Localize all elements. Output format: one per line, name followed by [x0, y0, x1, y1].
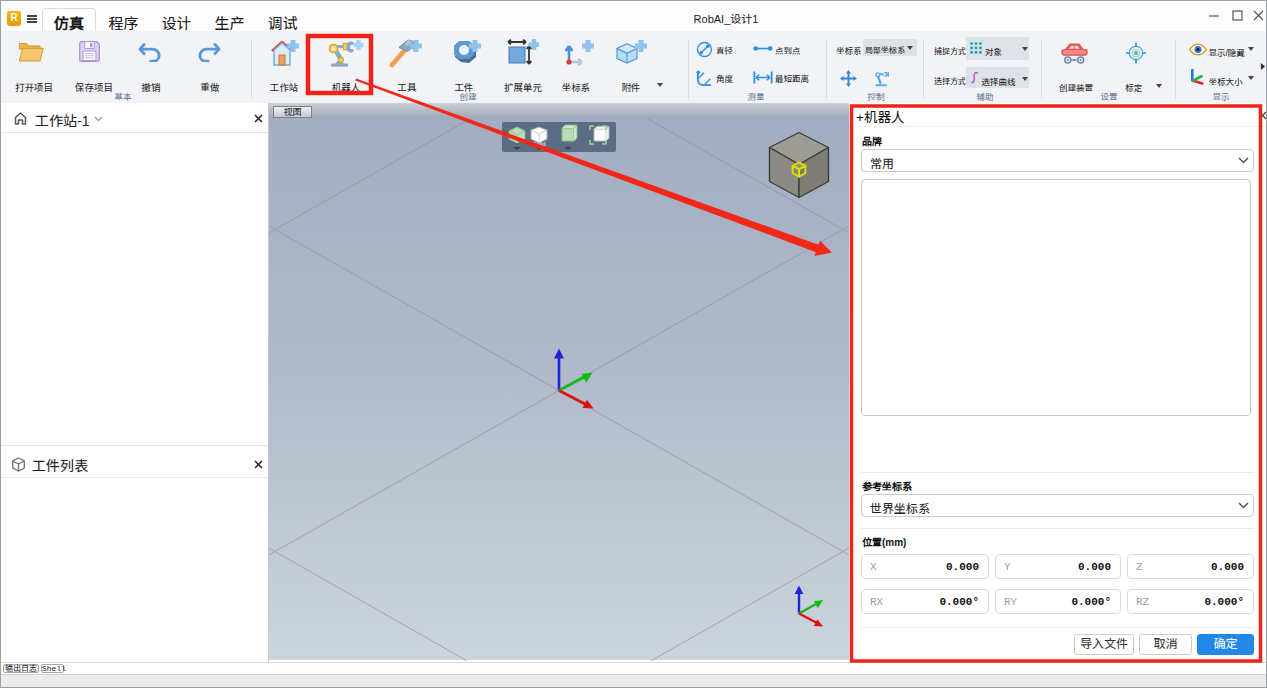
svg-text:Solid: Solid [532, 141, 545, 147]
